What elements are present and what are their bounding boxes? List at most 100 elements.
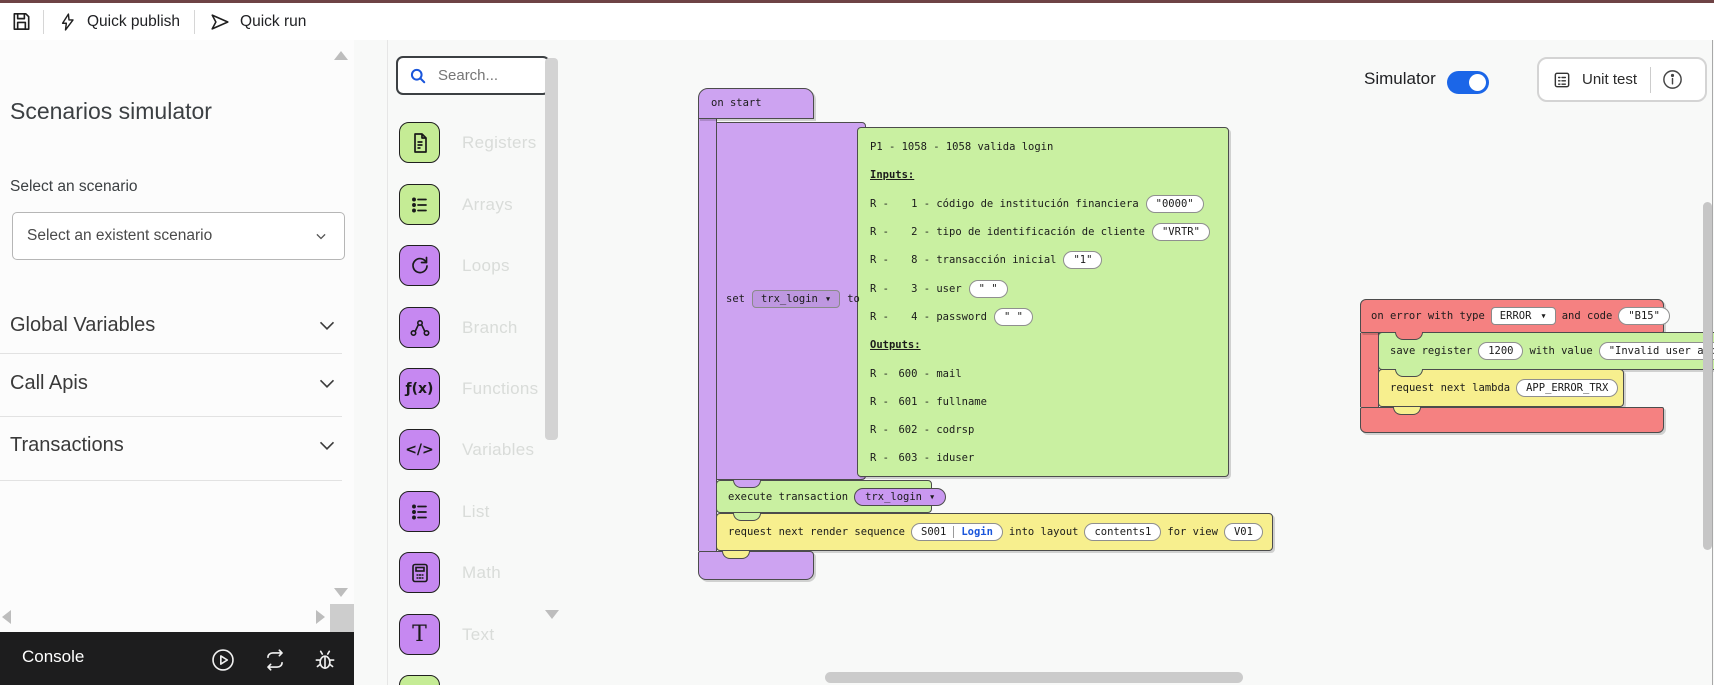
page-title: Scenarios simulator	[10, 98, 212, 125]
chevron-down-icon	[314, 370, 340, 396]
category-loops[interactable]: Loops	[399, 245, 510, 286]
run-send-icon	[209, 11, 231, 33]
unit-test-button[interactable]: Unit test	[1582, 71, 1637, 88]
quick-run-button[interactable]: Quick run	[195, 3, 320, 40]
section-global-variables[interactable]: Global Variables	[10, 312, 340, 338]
value-field[interactable]: "0000"	[1146, 195, 1204, 213]
transaction-dropdown[interactable]: trx_login ▾	[854, 488, 946, 506]
bug-icon[interactable]	[312, 647, 338, 673]
value-field[interactable]: "1"	[1063, 251, 1102, 269]
variable-name: trx_login	[761, 293, 818, 305]
chevron-down-icon	[314, 312, 340, 338]
category-variables[interactable]: </> Variables	[399, 429, 534, 470]
on-error-block-spine[interactable]	[1360, 333, 1379, 407]
render-sequence-block[interactable]: request next render sequence S001 Login …	[716, 513, 1273, 551]
search-input[interactable]	[436, 66, 524, 85]
register-value-field[interactable]: "Invalid user and	[1599, 342, 1714, 360]
value-field[interactable]: " "	[994, 308, 1033, 326]
checklist-icon	[1552, 70, 1572, 90]
category-list[interactable]: List	[399, 491, 490, 532]
chevron-down-icon	[314, 432, 340, 458]
chevron-down-icon	[312, 227, 330, 245]
save-register-block[interactable]: save register 1200 with value "Invalid u…	[1378, 332, 1714, 370]
search-icon	[408, 66, 428, 86]
scroll-up-arrow[interactable]	[334, 51, 348, 60]
category-text[interactable]: T Text	[399, 614, 494, 655]
output-row: R -601- fullname	[870, 388, 1216, 416]
category-label: Math	[462, 563, 501, 583]
value-field[interactable]: " "	[969, 280, 1008, 298]
lambda-field[interactable]: APP_ERROR_TRX	[1516, 379, 1618, 397]
quick-publish-button[interactable]: Quick publish	[44, 3, 194, 40]
toolbox-scroll-down-arrow[interactable]	[545, 610, 559, 619]
calculator-icon	[399, 552, 440, 593]
scenario-label: Select an scenario	[10, 178, 138, 196]
save-button[interactable]	[0, 3, 43, 40]
divider	[0, 416, 342, 417]
document-icon	[399, 122, 440, 163]
branch-icon	[399, 307, 440, 348]
on-start-label: on start	[711, 97, 762, 109]
category-label: Branch	[462, 318, 518, 338]
transaction-name: trx_login	[865, 491, 922, 503]
block-notch	[722, 551, 750, 559]
category-partial[interactable]	[399, 675, 440, 685]
quick-run-label: Quick run	[240, 13, 306, 31]
layout-field[interactable]: contents1	[1084, 523, 1161, 541]
execute-label: execute transaction	[728, 491, 848, 503]
block-notch	[1395, 369, 1423, 377]
sequence-field[interactable]: S001 Login	[911, 523, 1003, 541]
register-field[interactable]: 1200	[1478, 342, 1523, 360]
on-start-block[interactable]: on start	[698, 88, 814, 119]
on-start-block-foot[interactable]	[698, 551, 814, 580]
text-glyph: T	[412, 622, 427, 647]
canvas-horizontal-scrollbar[interactable]	[825, 672, 1243, 683]
on-error-block[interactable]: on error with type ERROR ▾ and code "B15…	[1360, 299, 1664, 333]
dropdown-arrow-icon: ▾	[1540, 310, 1546, 322]
simulator-toggle[interactable]	[1447, 71, 1489, 94]
on-start-block-spine[interactable]	[698, 117, 717, 551]
divider	[1650, 67, 1651, 93]
repeat-icon[interactable]	[262, 647, 288, 673]
divider	[0, 480, 342, 481]
right-edge-border	[1712, 40, 1713, 685]
output-row: R -603- iduser	[870, 444, 1216, 472]
input-row: R -1- código de institución financiera "…	[870, 190, 1216, 218]
save-register-label: save register	[1390, 345, 1472, 357]
category-label: Arrays	[462, 195, 513, 215]
input-row: R -4- password " "	[870, 303, 1216, 331]
view-field[interactable]: V01	[1224, 523, 1263, 541]
set-label: set	[726, 293, 745, 305]
error-code-label: and code	[1562, 310, 1613, 322]
lightning-icon	[58, 11, 78, 33]
scroll-left-arrow[interactable]	[2, 610, 11, 624]
error-code-field[interactable]: "B15"	[1618, 307, 1670, 325]
top-toolbar: Quick publish Quick run	[0, 3, 1714, 40]
sidebar-scrollbar-thumb[interactable]	[330, 604, 354, 632]
error-type-label: on error with type	[1371, 310, 1485, 322]
variable-dropdown[interactable]: trx_login ▾	[752, 290, 840, 308]
scroll-down-arrow[interactable]	[334, 588, 348, 597]
scenario-select[interactable]: Select an existent scenario	[12, 212, 345, 260]
play-icon[interactable]	[210, 647, 236, 673]
section-call-apis[interactable]: Call Apis	[10, 370, 340, 396]
value-field[interactable]: "VRTR"	[1152, 223, 1210, 241]
category-branch[interactable]: Branch	[399, 307, 518, 348]
category-functions[interactable]: ƒ(x) Functions	[399, 368, 538, 409]
error-type-dropdown[interactable]: ERROR ▾	[1491, 307, 1556, 325]
scroll-right-arrow[interactable]	[316, 610, 325, 624]
category-label: List	[462, 502, 490, 522]
text-icon: T	[399, 614, 440, 655]
info-icon[interactable]	[1661, 68, 1684, 91]
toolbox-scrollbar-thumb[interactable]	[545, 58, 558, 440]
category-registers[interactable]: Registers	[399, 122, 537, 163]
category-math[interactable]: Math	[399, 552, 501, 593]
section-transactions[interactable]: Transactions	[10, 432, 340, 458]
scenario-select-value: Select an existent scenario	[27, 227, 212, 245]
canvas-vertical-scrollbar[interactable]	[1703, 202, 1712, 550]
category-arrays[interactable]: Arrays	[399, 184, 513, 225]
transaction-block[interactable]: P1 - 1058 - 1058 valida login Inputs: R …	[857, 127, 1229, 477]
scenarios-simulator-app: Quick publish Quick run Scenarios simula…	[0, 0, 1714, 685]
output-row: R -602- codrsp	[870, 416, 1216, 444]
dropdown-arrow-icon: ▾	[825, 293, 831, 305]
